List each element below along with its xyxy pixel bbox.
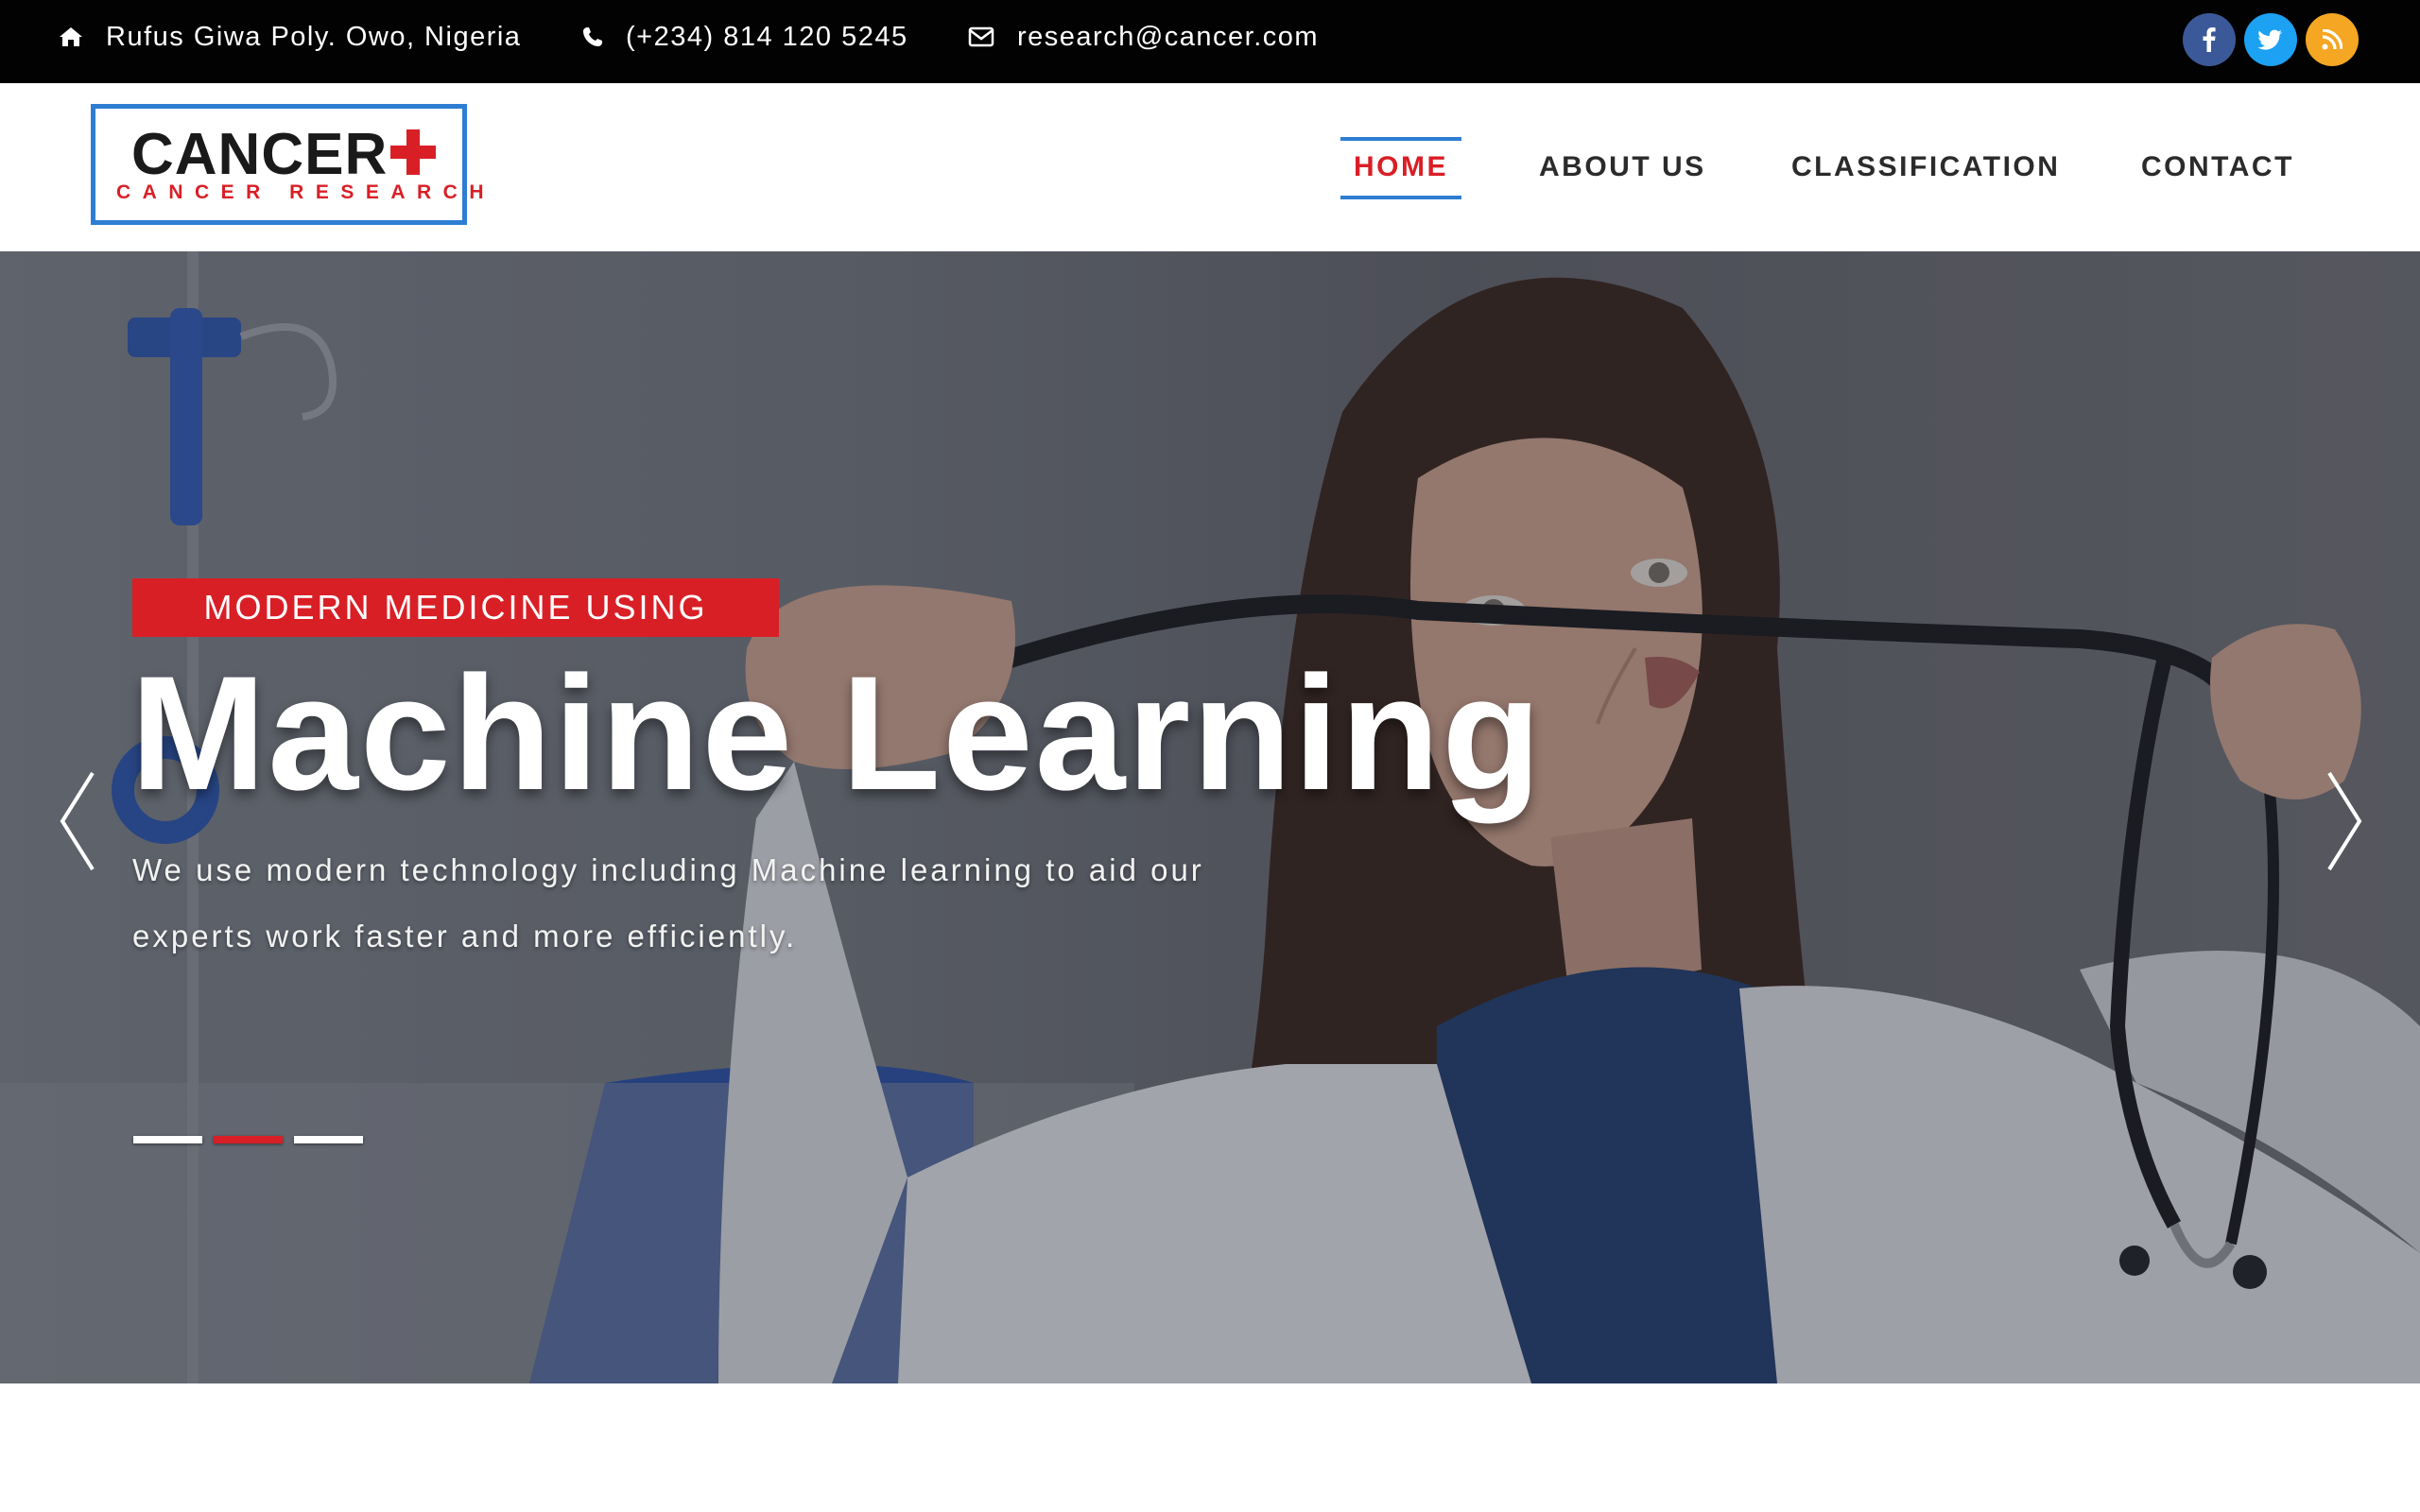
nav-about-us-label: ABOUT US <box>1539 151 1706 182</box>
nav-home[interactable]: HOME <box>1340 83 1461 251</box>
address-text: Rufus Giwa Poly. Owo, Nigeria <box>106 21 522 52</box>
email-text: research@cancer.com <box>1017 21 1320 52</box>
chevron-left-icon <box>60 771 95 871</box>
facebook-icon <box>2203 27 2216 52</box>
email-info[interactable]: research@cancer.com <box>968 0 1319 74</box>
envelope-icon <box>968 26 994 47</box>
phone-text: (+234) 814 120 5245 <box>626 21 908 52</box>
hero-description: We use modern technology including Machi… <box>132 852 1204 954</box>
twitter-icon <box>2258 29 2282 50</box>
address-info: Rufus Giwa Poly. Owo, Nigeria <box>59 0 521 74</box>
logo-subtitle: CANCER RESEARCH <box>116 181 496 203</box>
twitter-button[interactable] <box>2244 13 2297 66</box>
red-cross-icon <box>390 129 436 175</box>
slide-indicator-2[interactable] <box>214 1136 283 1143</box>
slide-indicator-3[interactable] <box>294 1136 363 1143</box>
nav-contact[interactable]: CONTACT <box>2141 83 2294 251</box>
logo-title: CANCER <box>131 122 389 187</box>
hero-slider: MODERN MEDICINE USING Machine Learning W… <box>0 251 2420 1383</box>
site-logo[interactable]: CANCER CANCER RESEARCH <box>91 104 484 225</box>
active-underline-top <box>1340 137 1461 141</box>
slider-prev-button[interactable] <box>57 769 98 873</box>
site-header: CANCER CANCER RESEARCH HOME ABOUT US CLA… <box>0 83 2420 251</box>
nav-about-us[interactable]: ABOUT US <box>1539 83 1706 251</box>
nav-home-label: HOME <box>1354 151 1448 182</box>
chevron-right-icon <box>2327 771 2362 871</box>
hero-badge: MODERN MEDICINE USING <box>132 578 779 637</box>
slider-next-button[interactable] <box>2324 769 2365 873</box>
phone-icon <box>583 27 602 46</box>
slide-indicator-1[interactable] <box>133 1136 202 1143</box>
nav-classification[interactable]: CLASSIFICATION <box>1791 83 2060 251</box>
top-bar: Rufus Giwa Poly. Owo, Nigeria (+234) 814… <box>0 0 2420 83</box>
hero-headline: Machine Learning <box>130 643 1544 824</box>
phone-info[interactable]: (+234) 814 120 5245 <box>582 0 908 74</box>
nav-classification-label: CLASSIFICATION <box>1791 151 2061 182</box>
active-underline-bottom <box>1340 196 1461 199</box>
rss-button[interactable] <box>2306 13 2359 66</box>
home-icon <box>60 27 82 46</box>
nav-contact-label: CONTACT <box>2141 151 2294 182</box>
rss-icon <box>2322 29 2342 50</box>
facebook-button[interactable] <box>2183 13 2236 66</box>
slider-indicators <box>133 1136 363 1143</box>
